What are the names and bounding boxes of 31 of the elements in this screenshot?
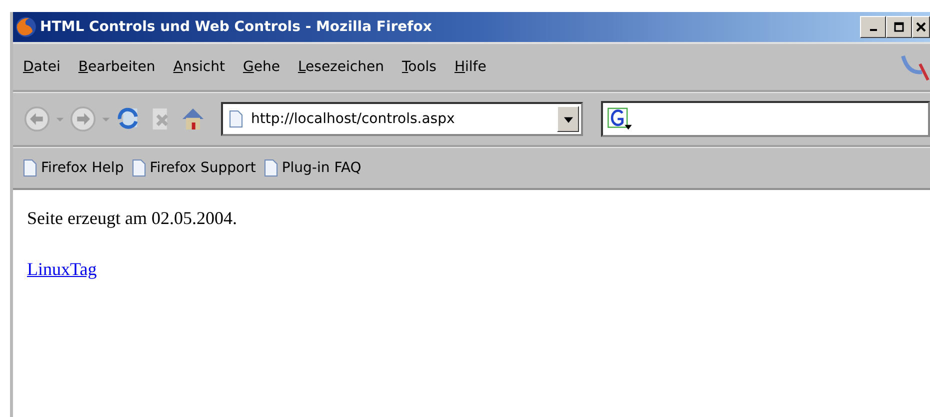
back-button-icon[interactable] xyxy=(23,105,51,133)
window-title: HTML Controls und Web Controls - Mozilla Firefox xyxy=(40,19,433,35)
menu-item[interactable]: Lesezeichen xyxy=(298,59,384,75)
maximize-icon xyxy=(894,22,904,32)
document-icon xyxy=(229,110,243,128)
address-field[interactable]: http://localhost/controls.aspx xyxy=(221,102,583,136)
bookmark-item[interactable]: Firefox Help xyxy=(21,159,124,177)
document-icon xyxy=(23,159,37,177)
close-button[interactable] xyxy=(912,16,930,38)
page-text: Seite erzeugt am 02.05.2004. xyxy=(27,208,237,229)
menu-item[interactable]: Datei xyxy=(23,59,60,75)
menu-item[interactable]: Gehe xyxy=(243,59,280,75)
bookmark-item[interactable]: Plug-in FAQ xyxy=(262,159,362,177)
bookmark-item[interactable]: Firefox Support xyxy=(130,159,256,177)
menu-item[interactable]: Ansicht xyxy=(173,59,225,75)
browser-logo-icon xyxy=(15,16,37,38)
minimize-button[interactable] xyxy=(860,16,886,38)
maximize-button[interactable] xyxy=(886,16,912,38)
caret-icon xyxy=(564,114,572,124)
link[interactable]: LinuxTag xyxy=(27,259,97,279)
dropdown-button[interactable] xyxy=(557,106,579,132)
forward-button-icon[interactable] xyxy=(69,105,97,133)
menu-item[interactable]: Bearbeiten xyxy=(78,59,156,75)
search-engine-icon[interactable] xyxy=(607,107,633,131)
document-icon xyxy=(264,159,278,177)
menu-item[interactable]: Tools xyxy=(402,59,436,75)
close-icon xyxy=(916,22,926,32)
minimize-icon xyxy=(870,29,876,31)
document-icon xyxy=(132,159,146,177)
menu-item[interactable]: Hilfe xyxy=(454,59,486,75)
search-field[interactable] xyxy=(601,101,930,137)
